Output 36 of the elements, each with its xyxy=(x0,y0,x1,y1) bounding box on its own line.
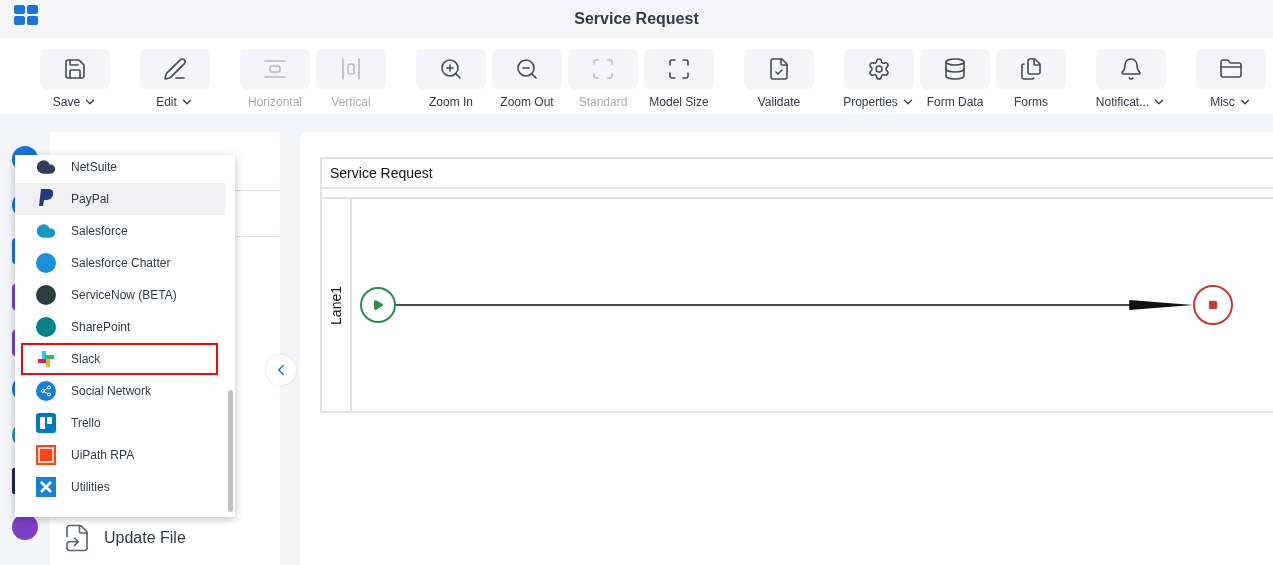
pencil-icon xyxy=(163,57,187,81)
frame-icon xyxy=(591,57,615,81)
lane-label: Lane1 xyxy=(328,285,344,325)
files-icon xyxy=(1019,57,1043,81)
menu-item[interactable]: Slack xyxy=(21,343,218,375)
menu-item[interactable]: Salesforce xyxy=(15,215,225,247)
fullscreen-icon xyxy=(667,57,691,81)
menu-item[interactable]: ServiceNow (BETA) xyxy=(15,279,225,311)
zoom-out-icon xyxy=(515,57,539,81)
file-check-icon xyxy=(767,57,791,81)
bell-icon xyxy=(1119,57,1143,81)
horizontal-align-icon xyxy=(263,57,287,81)
pool-title: Service Request xyxy=(322,159,1273,189)
menu-item[interactable]: PayPal xyxy=(15,183,225,215)
stop-icon xyxy=(1208,300,1218,310)
start-event[interactable] xyxy=(360,287,396,323)
scrollbar[interactable] xyxy=(228,390,233,512)
menu-item[interactable]: Utilities xyxy=(15,471,225,503)
app-grid-icon[interactable] xyxy=(14,5,39,26)
vertical-align-icon xyxy=(339,57,363,81)
save-icon xyxy=(63,57,87,81)
page-title: Service Request xyxy=(574,10,699,28)
panel-item[interactable]: Update File xyxy=(104,529,186,547)
collapse-button[interactable] xyxy=(266,355,296,385)
menu-item[interactable]: SharePoint xyxy=(15,311,225,343)
end-event[interactable] xyxy=(1193,285,1233,325)
play-icon xyxy=(372,299,384,311)
folder-icon xyxy=(1219,57,1243,81)
menu-item[interactable]: UiPath RPA xyxy=(15,439,225,471)
zoom-in-icon xyxy=(439,57,463,81)
menu-item[interactable]: NetSuite xyxy=(15,155,225,183)
settings-icon xyxy=(867,57,891,81)
database-icon xyxy=(943,57,967,81)
menu-item[interactable]: Trello xyxy=(15,407,225,439)
menu-item[interactable]: Social Network xyxy=(15,375,225,407)
menu-item[interactable]: Salesforce Chatter xyxy=(15,247,225,279)
